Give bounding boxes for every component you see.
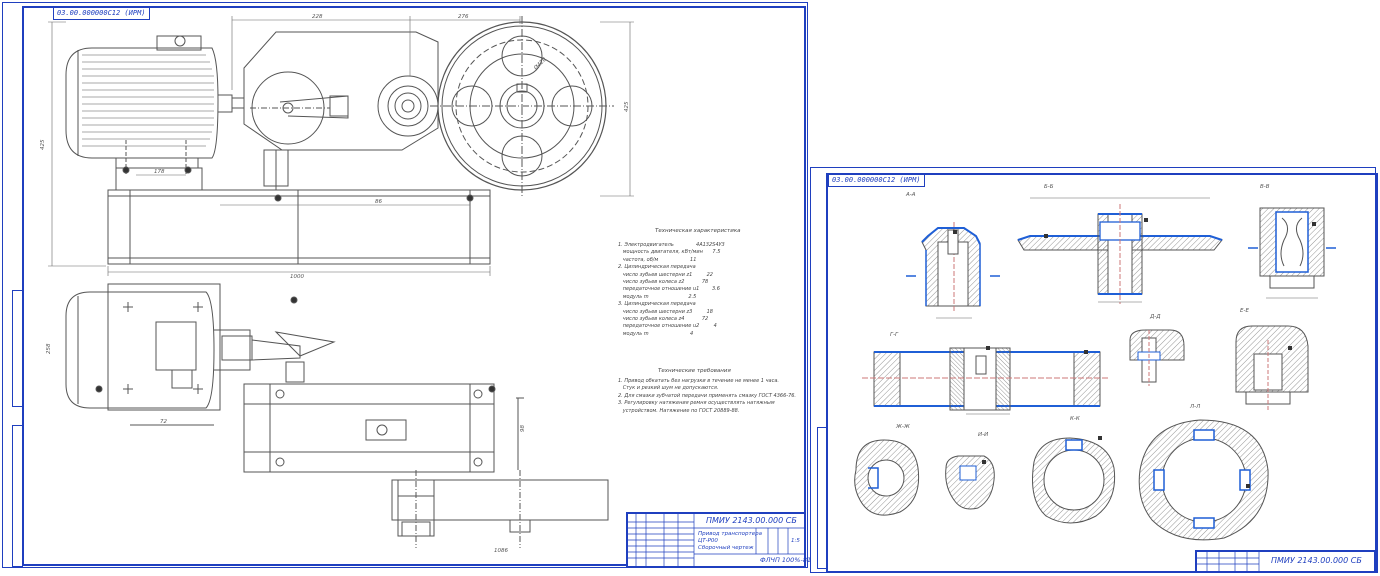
label-section-bb: Б-Б [1044,184,1054,190]
output-housing [391,479,609,521]
section-vv [1248,207,1336,299]
label-section-aa: А-А [905,192,916,198]
section-zhzh [854,439,920,516]
dim-diameter-420: Ø420 [532,56,548,72]
terminal-bolt [174,35,186,47]
front-view [65,16,614,265]
section-ee [1235,325,1309,412]
label-section-ii: И-И [978,432,988,438]
dim-420-right: 425 [624,101,630,112]
dim-98: 98 [520,425,526,432]
motor-body-front [65,47,219,159]
section-views [854,197,1336,541]
label-section-vv: В-В [1260,184,1270,190]
section-dd [1129,329,1185,386]
section-bb [1017,197,1223,304]
dim-425: 425 [40,139,46,150]
dim-86: 86 [375,199,382,205]
label-section-kk: К-К [1070,416,1081,422]
label-section-gg: Г-Г [890,332,899,338]
section-ll [1138,419,1269,541]
section-gg [862,347,1110,415]
dim-72: 72 [160,419,167,425]
base-frame-front [107,189,491,265]
label-section-dd: Д-Д [1149,314,1161,320]
label-section-ee: Е-Е [1240,308,1249,314]
top-view [65,283,609,548]
dim-228: 228 [312,14,323,20]
section-aa [906,222,1000,319]
label-section-ll: Л-Л [1189,404,1200,410]
drawing-geometry: 228 276 425 1000 86 178 425 Ø420 258 72 … [40,14,1336,554]
section-kk [1032,437,1116,524]
motor-body-top [65,291,215,409]
dim-1086: 1086 [494,548,508,554]
dim-258: 258 [46,343,52,354]
dim-276: 276 [458,14,469,20]
belt-guard [243,31,439,151]
section-ii [945,455,995,510]
label-section-zhzh: Ж-Ж [895,424,911,430]
dim-1000: 1000 [290,274,304,280]
dim-178: 178 [154,169,165,175]
